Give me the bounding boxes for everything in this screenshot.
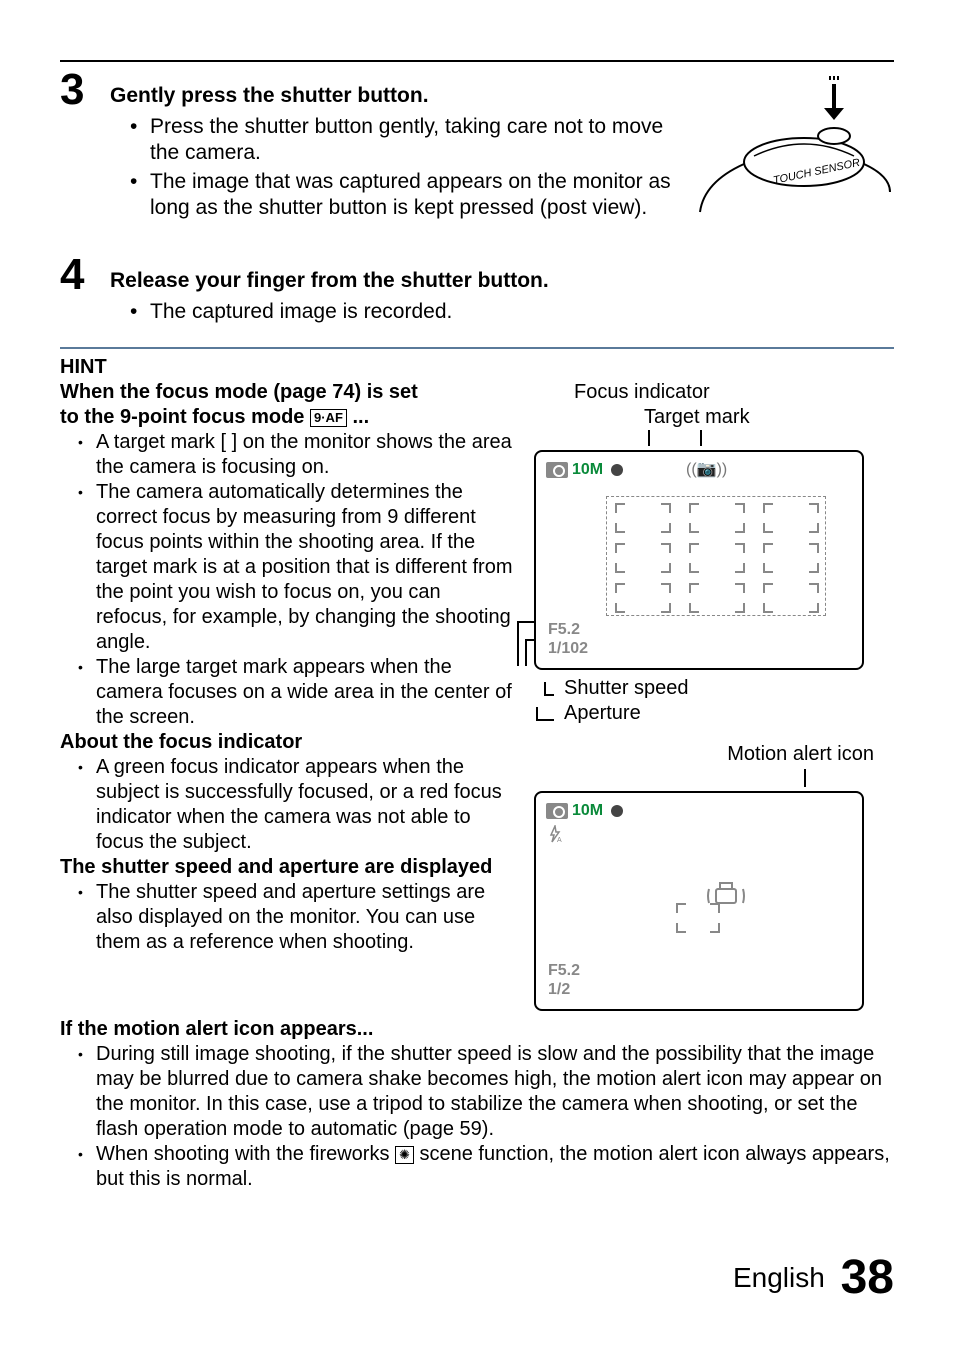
hint-h1-line1: When the focus mode (page 74) is set xyxy=(60,381,418,403)
focus-indicator-dot-icon xyxy=(611,464,623,476)
hint-h3: The shutter speed and aperture are displ… xyxy=(60,855,514,880)
footer-page-number: 38 xyxy=(841,1251,894,1304)
stabilizer-icon: ((📷)) xyxy=(686,460,727,480)
single-target-mark xyxy=(676,903,720,933)
hint-header: HINT xyxy=(60,355,894,380)
nine-point-grid xyxy=(606,496,826,616)
step-3-bullet-2: The image that was captured appears on t… xyxy=(130,169,684,222)
hint-bullet-3: The large target mark appears when the c… xyxy=(78,655,514,730)
aperture-value-2: F5.2 xyxy=(548,961,580,980)
step-4-title: Release your finger from the shutter but… xyxy=(110,269,894,293)
svg-text:A: A xyxy=(557,837,562,843)
hint-h4: If the motion alert icon appears... xyxy=(60,1017,894,1042)
aperture-value-1: F5.2 xyxy=(548,620,588,639)
step-4-number: 4 xyxy=(60,253,110,327)
hint-bullet-5: The shutter speed and aperture settings … xyxy=(78,880,514,955)
resolution-badge: 10M xyxy=(572,801,603,821)
aperture-label: Aperture xyxy=(564,701,641,726)
flash-auto-icon: A xyxy=(546,825,564,843)
resolution-badge: 10M xyxy=(572,460,603,480)
focus-indicator-label: Focus indicator xyxy=(574,381,710,403)
footer-language: English xyxy=(733,1262,825,1293)
hint-bullet-4: A green focus indicator appears when the… xyxy=(78,755,514,855)
hint-bullet-2: The camera automatically determines the … xyxy=(78,480,514,655)
shutter-value-2: 1/2 xyxy=(548,980,580,999)
hint-bullet-7: When shooting with the fireworks ✺ scene… xyxy=(78,1142,894,1192)
hint-bullet-1: A target mark [ ] on the monitor shows t… xyxy=(78,430,514,480)
hint-h1-line2b: ... xyxy=(352,406,369,428)
shutter-speed-label: Shutter speed xyxy=(564,676,689,701)
step-3-bullet-1: Press the shutter button gently, taking … xyxy=(130,114,684,167)
camera-hud-icon xyxy=(546,803,568,819)
shutter-value-1: 1/102 xyxy=(548,639,588,658)
monitor-illustration-2: 10M A xyxy=(534,791,864,1011)
camera-top-illustration: TOUCH SENSOR xyxy=(694,72,894,237)
fireworks-scene-icon: ✺ xyxy=(395,1146,414,1164)
hint-bullet-6: During still image shooting, if the shut… xyxy=(78,1042,894,1142)
camera-hud-icon xyxy=(546,462,568,478)
target-mark-label: Target mark xyxy=(644,406,750,428)
monitor-illustration-1: 10M ((📷)) xyxy=(534,450,864,670)
step-3-number: 3 xyxy=(60,68,110,237)
step-4-bullet-1: The captured image is recorded. xyxy=(130,299,894,325)
page-footer: English 38 xyxy=(733,1250,894,1305)
step-3-title: Gently press the shutter button. xyxy=(110,84,684,108)
nine-af-icon: 9·AF xyxy=(310,409,347,427)
motion-alert-label: Motion alert icon xyxy=(727,743,874,765)
hint-h2: About the focus indicator xyxy=(60,730,514,755)
hint-h1-line2a: to the 9-point focus mode xyxy=(60,406,310,428)
focus-indicator-dot-icon xyxy=(611,805,623,817)
